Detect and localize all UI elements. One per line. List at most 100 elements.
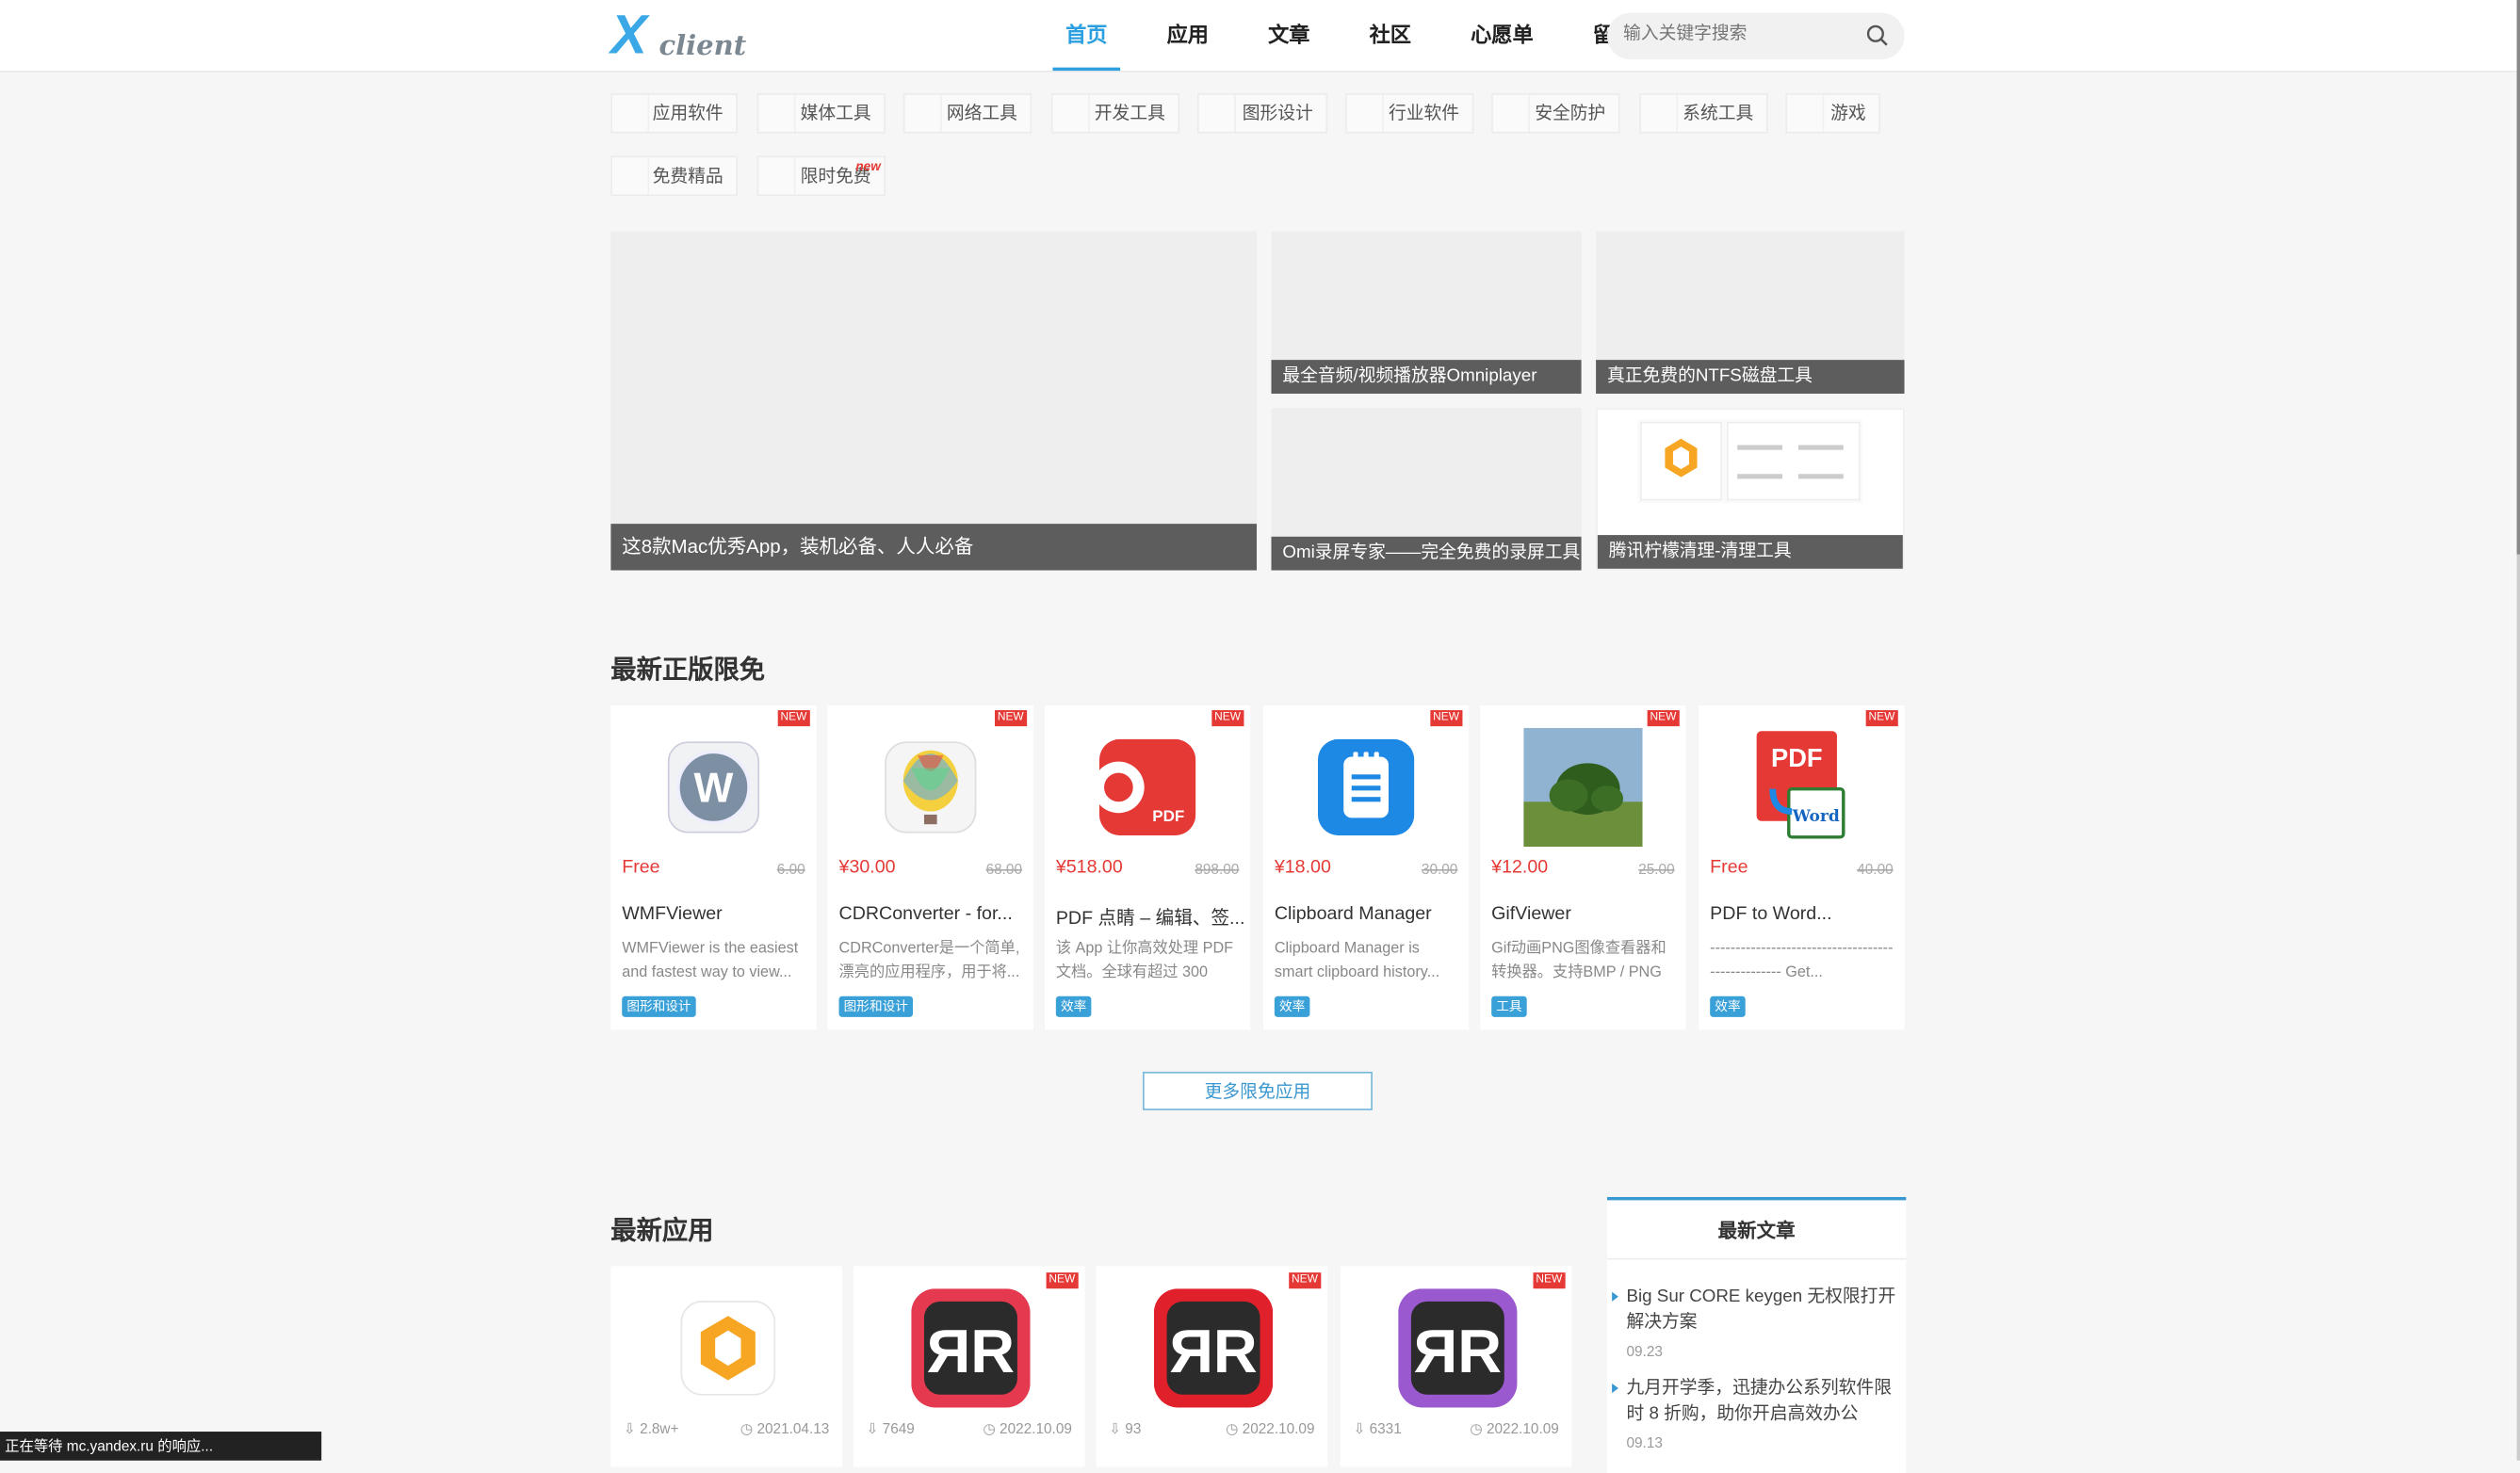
r-app-icon: ЯR	[911, 1288, 1031, 1408]
main-nav: 首页 应用 文章 社区 心愿单 留言	[1052, 0, 1681, 72]
article-link[interactable]: Big Sur CORE keygen 无权限打开解决方案	[1612, 1286, 1902, 1335]
banner-lemon-cleaner[interactable]: 腾讯柠檬清理-清理工具	[1596, 408, 1905, 571]
scrollbar-thumb[interactable]	[2516, 0, 2520, 555]
category-tag[interactable]: 图形和设计	[622, 995, 696, 1017]
tree-photo-icon	[1523, 727, 1643, 848]
latest-app-card[interactable]: NEW ЯR ⇩ 93 ◷ 2022.10.09	[1096, 1266, 1328, 1467]
wmfviewer-icon: W	[667, 741, 760, 834]
new-badge: NEW	[1532, 1272, 1566, 1289]
latest-app-card[interactable]: NEW ЯR ⇩ 6331 ◷ 2022.10.09	[1340, 1266, 1572, 1467]
svg-text:W: W	[694, 765, 734, 811]
nav-home[interactable]: 首页	[1052, 0, 1121, 72]
latest-app-card[interactable]: NEW ЯR ⇩ 7649 ◷ 2022.10.09	[853, 1266, 1085, 1467]
nav-articles[interactable]: 文章	[1255, 0, 1323, 71]
nav-community[interactable]: 社区	[1357, 0, 1424, 71]
downloads: ⇩ 6331	[1353, 1420, 1402, 1437]
article-link[interactable]: 九月开学季，迅捷办公系列软件限时 8 折购，助你开启高效办公	[1612, 1377, 1902, 1427]
balloon-icon	[885, 741, 977, 834]
app-meta: ⇩ 6331 ◷ 2022.10.09	[1353, 1420, 1558, 1438]
category-tag[interactable]: 效率	[1710, 995, 1746, 1017]
price: ¥30.00	[838, 858, 896, 878]
app-name: WMFViewer	[622, 904, 723, 924]
logo-x: X	[610, 5, 647, 66]
category-tag[interactable]: 图形和设计	[838, 995, 914, 1017]
category-network-tools[interactable]: 网络工具	[902, 92, 1032, 134]
price: Free	[622, 858, 660, 878]
category-dev-tools[interactable]: 开发工具	[1050, 92, 1180, 134]
free-app-card[interactable]: NEW PDF Word Free 40.00 PDF to Word... -…	[1699, 704, 1905, 1030]
nav-apps[interactable]: 应用	[1154, 0, 1222, 71]
svg-text:PDF: PDF	[1152, 807, 1184, 825]
app-name: PDF 点睛 – 编辑、签...	[1055, 909, 1245, 930]
free-app-card[interactable]: NEW PDF ¥518.00 898.00 PDF 点睛 – 编辑、签... …	[1044, 704, 1251, 1030]
banner-omniplayer[interactable]: 最全音频/视频播放器Omniplayer	[1271, 231, 1582, 394]
category-icon	[904, 94, 942, 132]
logo-text: client	[658, 30, 747, 63]
new-badge: NEW	[1288, 1272, 1322, 1289]
category-icon	[1347, 94, 1384, 132]
category-free-picks[interactable]: 免费精品	[610, 155, 739, 197]
new-badge: NEW	[1865, 710, 1898, 727]
article-date: 09.13	[1626, 1434, 1663, 1451]
category-icon	[612, 157, 650, 195]
app-meta: ⇩ 93 ◷ 2022.10.09	[1109, 1420, 1314, 1438]
search-box	[1607, 12, 1905, 60]
original-price: 25.00	[1638, 861, 1675, 878]
banner-omi-recorder[interactable]: Omi录屏专家——完全免费的录屏工具	[1271, 408, 1582, 571]
category-games[interactable]: 游戏	[1785, 92, 1881, 134]
category-media-tools[interactable]: 媒体工具	[756, 92, 886, 134]
app-name: CDRConverter - for...	[838, 904, 1013, 924]
latest-app-card[interactable]: ⇩ 2.8w+ ◷ 2021.04.13	[610, 1266, 842, 1467]
banner-caption: Omi录屏专家——完全免费的录屏工具	[1271, 536, 1582, 571]
new-badge: NEW	[1211, 710, 1244, 727]
app-description: WMFViewer is the easiest and fastest way…	[622, 940, 799, 982]
lemon-hexagon-icon	[680, 1301, 776, 1396]
category-security[interactable]: 安全防护	[1491, 92, 1620, 134]
original-price: 68.00	[985, 861, 1023, 878]
app-name: PDF to Word...	[1710, 904, 1832, 924]
new-badge: NEW	[1046, 1272, 1079, 1289]
category-industry-software[interactable]: 行业软件	[1344, 92, 1474, 134]
site-logo[interactable]: X client	[610, 5, 756, 66]
banner-ntfs[interactable]: 真正免费的NTFS磁盘工具	[1596, 231, 1905, 394]
banner-caption: 最全音频/视频播放器Omniplayer	[1271, 360, 1582, 394]
svg-text:ЯR: ЯR	[1414, 1317, 1502, 1385]
r-app-icon: ЯR	[1398, 1288, 1518, 1408]
category-tag[interactable]: 效率	[1274, 995, 1310, 1017]
free-app-card[interactable]: NEW ¥18.00 30.00 Clipboard Manager Clipb…	[1262, 704, 1470, 1030]
latest-articles-panel: 最新文章 Big Sur CORE keygen 无权限打开解决方案 09.23…	[1607, 1196, 1907, 1473]
search-input[interactable]	[1619, 22, 1852, 45]
free-app-card[interactable]: NEW W Free 6.00 WMFViewer WMFViewer is t…	[610, 704, 817, 1030]
category-app-software[interactable]: 应用软件	[610, 92, 739, 134]
search-icon[interactable]	[1866, 24, 1889, 47]
category-graphic-design[interactable]: 图形设计	[1196, 92, 1328, 134]
app-description: ----------------------------------------…	[1710, 940, 1894, 982]
original-price: 6.00	[776, 861, 805, 878]
category-icon	[758, 157, 796, 195]
new-badge: NEW	[777, 710, 810, 727]
lemon-screenshot-icon	[1637, 419, 1863, 503]
more-free-apps-button[interactable]: 更多限免应用	[1142, 1071, 1373, 1110]
nav-wishlist[interactable]: 心愿单	[1457, 0, 1546, 71]
free-app-card[interactable]: NEW ¥12.00 25.00 GifViewer Gif动画PNG图像查看器…	[1480, 704, 1686, 1030]
category-icon	[612, 94, 650, 132]
category-tag[interactable]: 工具	[1491, 995, 1527, 1017]
page-scrollbar[interactable]	[2516, 0, 2520, 1461]
svg-text:Word: Word	[1792, 807, 1840, 826]
app-description: Gif动画PNG图像查看器和转换器。支持BMP / PNG /...	[1491, 940, 1666, 982]
category-limited-free[interactable]: 限时免费 new	[756, 155, 886, 197]
app-name: GifViewer	[1491, 904, 1571, 924]
free-app-card[interactable]: NEW ¥30.00 68.00 CDRConverter - for... C…	[827, 704, 1033, 1030]
category-system-tools[interactable]: 系统工具	[1639, 92, 1768, 134]
price: ¥18.00	[1274, 858, 1331, 878]
category-icon	[1641, 94, 1679, 132]
svg-text:ЯR: ЯR	[1169, 1317, 1257, 1385]
category-icon	[758, 94, 796, 132]
price: ¥518.00	[1055, 858, 1123, 878]
app-description: Clipboard Manager is smart clipboard his…	[1274, 940, 1440, 982]
category-tag[interactable]: 效率	[1055, 995, 1092, 1017]
banner-main[interactable]: 这8款Mac优秀App，装机必备、人人必备	[610, 231, 1258, 571]
downloads: ⇩ 7649	[866, 1420, 915, 1437]
banner-caption: 真正免费的NTFS磁盘工具	[1596, 360, 1905, 394]
date: ◷ 2022.10.09	[1225, 1420, 1315, 1437]
